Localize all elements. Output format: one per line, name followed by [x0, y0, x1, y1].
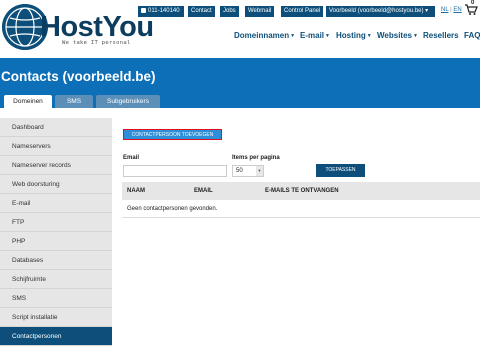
apply-button[interactable]: TOEPASSEN [316, 164, 365, 177]
nav-websites[interactable]: Websites▼ [377, 31, 418, 40]
language-switcher: NL | EN [441, 7, 462, 13]
phone-label: 011-140140 [148, 8, 180, 14]
chevron-down-icon: ▼ [412, 32, 418, 39]
account-dropdown[interactable]: Voorbeeld (voorbeeld@hostyou.be) ▾ [326, 6, 435, 17]
cart-count-badge: 0 [471, 0, 475, 6]
webmail-button[interactable]: Webmail [245, 6, 275, 17]
lang-separator: | [450, 7, 452, 13]
empty-table-message: Geen contactpersonen gevonden. [127, 206, 218, 212]
sidebar-item-ftp[interactable]: FTP [0, 213, 112, 232]
page-title: Contacts (voorbeeld.be) [1, 69, 156, 84]
email-filter-input[interactable] [123, 165, 227, 177]
nav-domeinnamen[interactable]: Domeinnamen▼ [234, 31, 295, 40]
nav-websites-label: Websites [377, 31, 412, 40]
sidebar-item-web-doorsturing[interactable]: Web doorsturing [0, 175, 112, 194]
sidebar-item-nameservers[interactable]: Nameservers [0, 137, 112, 156]
sidebar-item-php[interactable]: PHP [0, 232, 112, 251]
sidebar-item-dashboard[interactable]: Dashboard [0, 118, 112, 137]
sidebar-item-email[interactable]: E-mail [0, 194, 112, 213]
tab-subgebruikers[interactable]: Subgebruikers [96, 95, 160, 108]
lang-en-link[interactable]: EN [453, 7, 461, 13]
column-header-emails-te-ontvangen[interactable]: E-MAILS TE ONTVANGEN [265, 182, 339, 200]
header: HostYou We take IT personal 011-140140 C… [0, 0, 480, 58]
sidebar: Dashboard Nameservers Nameserver records… [0, 118, 112, 346]
nav-hosting[interactable]: Hosting▼ [336, 31, 372, 40]
per-page-label: Items per pagina [232, 155, 280, 161]
chevron-down-icon: ▼ [366, 32, 372, 39]
jobs-button[interactable]: Jobs [220, 6, 239, 17]
table-row: Geen contactpersonen gevonden. [122, 200, 480, 218]
tab-sms[interactable]: SMS [55, 95, 93, 108]
contacts-table-header: NAAM EMAIL E-MAILS TE ONTVANGEN [122, 182, 480, 200]
sidebar-item-databases[interactable]: Databases [0, 251, 112, 270]
sidebar-item-sms[interactable]: SMS [0, 289, 112, 308]
chevron-down-icon: ▼ [325, 32, 330, 39]
control-panel-button[interactable]: Control Panel [281, 6, 324, 17]
main-navigation: Domeinnamen▼ E-mail▼ Hosting▼ Websites▼ … [0, 31, 480, 45]
sidebar-item-schijfruimte[interactable]: Schijfruimte [0, 270, 112, 289]
phone-icon [141, 7, 146, 13]
tab-domeinen[interactable]: Domeinen [4, 95, 52, 108]
sidebar-item-contactpersonen[interactable]: Contactpersonen [0, 327, 112, 346]
per-page-select[interactable]: 50 ▼ [232, 165, 264, 177]
chevron-down-icon: ▼ [256, 166, 263, 176]
phone-button[interactable]: 011-140140 [138, 6, 184, 17]
sidebar-item-script-installatie[interactable]: Script installatie [0, 308, 112, 327]
column-header-email[interactable]: EMAIL [194, 182, 213, 200]
sidebar-item-nameserver-records[interactable]: Nameserver records [0, 156, 112, 175]
email-filter-label: Email [123, 155, 140, 161]
nav-email-label: E-mail [300, 31, 325, 40]
nav-hosting-label: Hosting [336, 31, 366, 40]
column-header-naam[interactable]: NAAM [127, 182, 145, 200]
add-contact-button[interactable]: CONTACTPERSOON TOEVOEGEN [123, 129, 222, 140]
lang-nl-link[interactable]: NL [441, 7, 448, 13]
chevron-down-icon: ▼ [290, 32, 296, 39]
nav-domeinnamen-label: Domeinnamen [234, 31, 290, 40]
per-page-value: 50 [236, 168, 243, 174]
nav-resellers[interactable]: Resellers [423, 31, 459, 40]
nav-email[interactable]: E-mail▼ [300, 31, 330, 40]
contact-button[interactable]: Contact [188, 6, 215, 17]
nav-faq[interactable]: FAQ [464, 31, 480, 40]
